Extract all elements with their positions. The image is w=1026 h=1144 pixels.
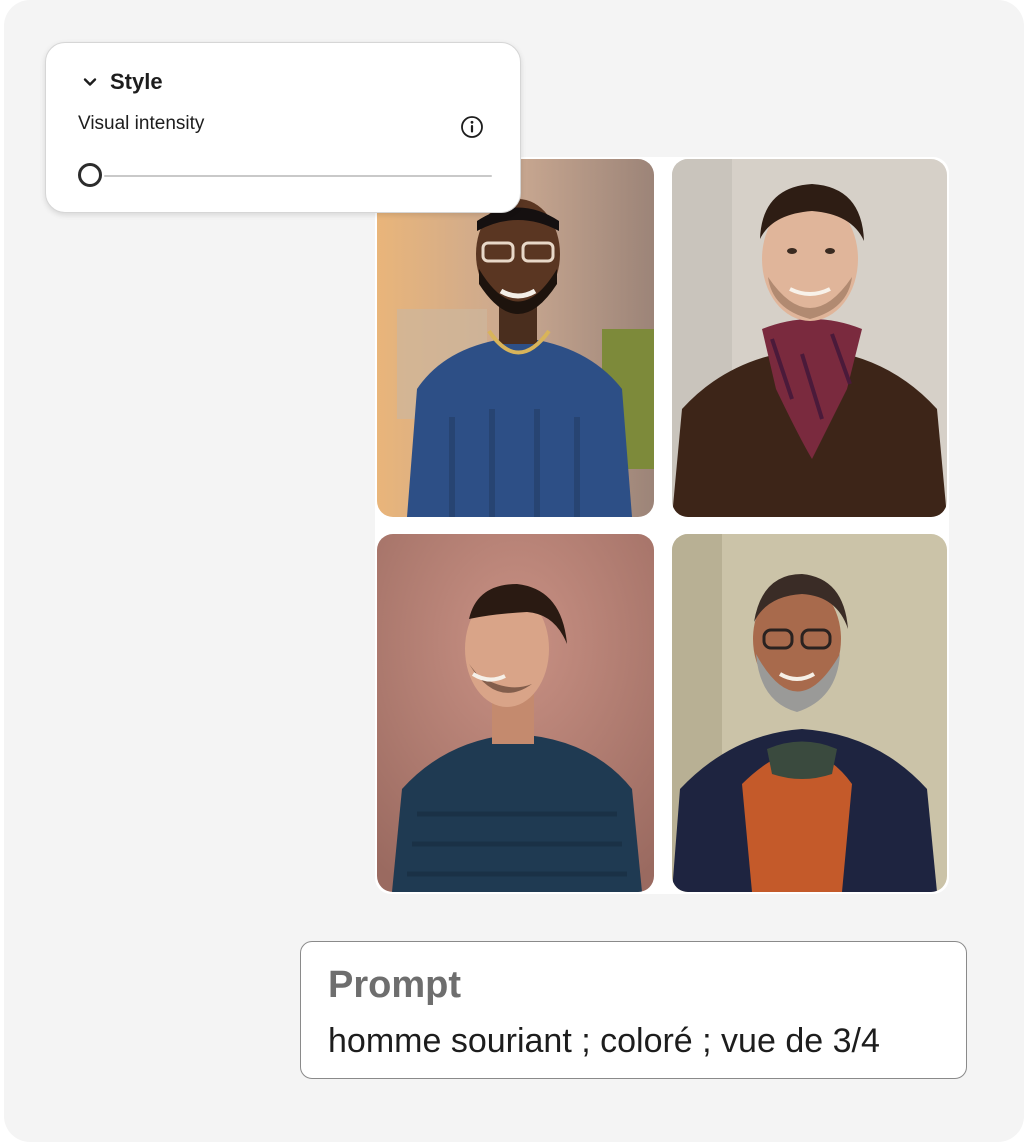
style-panel: Style Visual intensity <box>45 42 521 213</box>
info-icon[interactable] <box>460 115 484 139</box>
generated-image-2[interactable] <box>672 159 947 517</box>
chevron-down-icon <box>83 78 97 86</box>
slider-track[interactable] <box>104 175 492 177</box>
prompt-text[interactable]: homme souriant ; coloré ; vue de 3/4 <box>328 1022 880 1061</box>
prompt-label: Prompt <box>328 964 461 1006</box>
generated-image-3[interactable] <box>377 534 654 892</box>
style-panel-title: Style <box>110 69 163 94</box>
style-section-toggle[interactable]: Style <box>82 67 163 97</box>
portrait-illustration <box>672 159 947 517</box>
visual-intensity-label: Visual intensity <box>78 113 205 134</box>
image-grid <box>375 157 949 894</box>
portrait-illustration <box>377 534 654 892</box>
generated-image-4[interactable] <box>672 534 947 892</box>
visual-intensity-slider[interactable] <box>78 163 492 189</box>
portrait-illustration <box>672 534 947 892</box>
prompt-box[interactable]: Prompt homme souriant ; coloré ; vue de … <box>300 941 967 1079</box>
slider-thumb[interactable] <box>78 163 102 187</box>
